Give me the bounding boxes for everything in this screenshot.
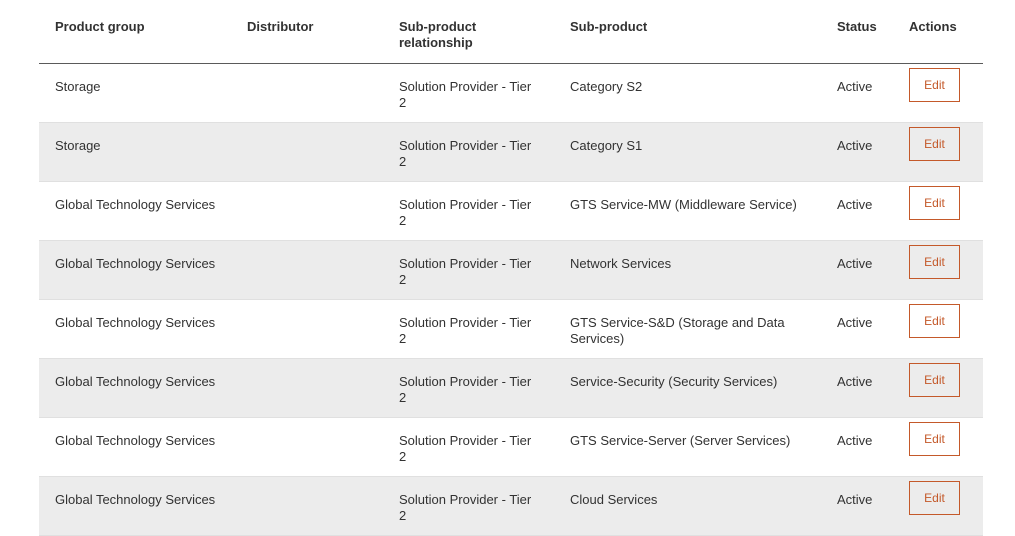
table-row: Global Technology Services Solution Prov… — [39, 418, 983, 477]
cell-sub-product: Service-Security (Security Services) — [570, 374, 778, 389]
cell-product-group: Global Technology Services — [55, 315, 216, 330]
edit-button[interactable]: Edit — [909, 422, 960, 456]
header-sub-product: Sub-product — [570, 19, 648, 34]
cell-sub-product: Cloud Services — [570, 492, 658, 507]
edit-button[interactable]: Edit — [909, 304, 960, 338]
header-actions: Actions — [909, 19, 957, 34]
cell-status: Active — [837, 197, 873, 212]
cell-product-group: Global Technology Services — [55, 256, 216, 271]
cell-sub-product: GTS Service-MW (Middleware Service) — [570, 197, 797, 212]
cell-product-group: Global Technology Services — [55, 197, 216, 212]
cell-relationship: Solution Provider - Tier 2 — [399, 79, 532, 110]
cell-status: Active — [837, 79, 873, 94]
table-row: Global Technology Services Solution Prov… — [39, 477, 983, 536]
edit-button[interactable]: Edit — [909, 363, 960, 397]
header-status: Status — [837, 19, 877, 34]
table-body: Storage Solution Provider - Tier 2 Categ… — [39, 64, 983, 536]
cell-sub-product: Category S2 — [570, 79, 643, 94]
table-row: Storage Solution Provider - Tier 2 Categ… — [39, 64, 983, 123]
cell-status: Active — [837, 256, 873, 271]
cell-product-group: Storage — [55, 79, 101, 94]
cell-sub-product: Network Services — [570, 256, 672, 271]
table-row: Global Technology Services Solution Prov… — [39, 300, 983, 359]
cell-status: Active — [837, 315, 873, 330]
edit-button[interactable]: Edit — [909, 245, 960, 279]
cell-status: Active — [837, 433, 873, 448]
table-header: Product group Distributor Sub-product re… — [39, 0, 983, 64]
cell-sub-product: GTS Service-Server (Server Services) — [570, 433, 791, 448]
edit-button[interactable]: Edit — [909, 481, 960, 515]
cell-status: Active — [837, 492, 873, 507]
cell-product-group: Global Technology Services — [55, 433, 216, 448]
cell-relationship: Solution Provider - Tier 2 — [399, 492, 532, 523]
edit-button[interactable]: Edit — [909, 68, 960, 102]
cell-sub-product: GTS Service-S&D (Storage and Data Servic… — [570, 315, 785, 346]
cell-product-group: Storage — [55, 138, 101, 153]
cell-status: Active — [837, 138, 873, 153]
header-relationship: Sub-product relationship — [399, 19, 477, 50]
header-distributor: Distributor — [247, 19, 314, 34]
edit-button[interactable]: Edit — [909, 127, 960, 161]
cell-product-group: Global Technology Services — [55, 492, 216, 507]
table-row: Storage Solution Provider - Tier 2 Categ… — [39, 123, 983, 182]
sub-product-table: Product group Distributor Sub-product re… — [39, 0, 983, 536]
cell-relationship: Solution Provider - Tier 2 — [399, 315, 532, 346]
header-product-group: Product group — [55, 19, 145, 34]
cell-relationship: Solution Provider - Tier 2 — [399, 374, 532, 405]
cell-relationship: Solution Provider - Tier 2 — [399, 256, 532, 287]
table-row: Global Technology Services Solution Prov… — [39, 182, 983, 241]
cell-relationship: Solution Provider - Tier 2 — [399, 138, 532, 169]
cell-sub-product: Category S1 — [570, 138, 643, 153]
table-row: Global Technology Services Solution Prov… — [39, 359, 983, 418]
cell-status: Active — [837, 374, 873, 389]
cell-product-group: Global Technology Services — [55, 374, 216, 389]
edit-button[interactable]: Edit — [909, 186, 960, 220]
cell-relationship: Solution Provider - Tier 2 — [399, 197, 532, 228]
table-row: Global Technology Services Solution Prov… — [39, 241, 983, 300]
cell-relationship: Solution Provider - Tier 2 — [399, 433, 532, 464]
